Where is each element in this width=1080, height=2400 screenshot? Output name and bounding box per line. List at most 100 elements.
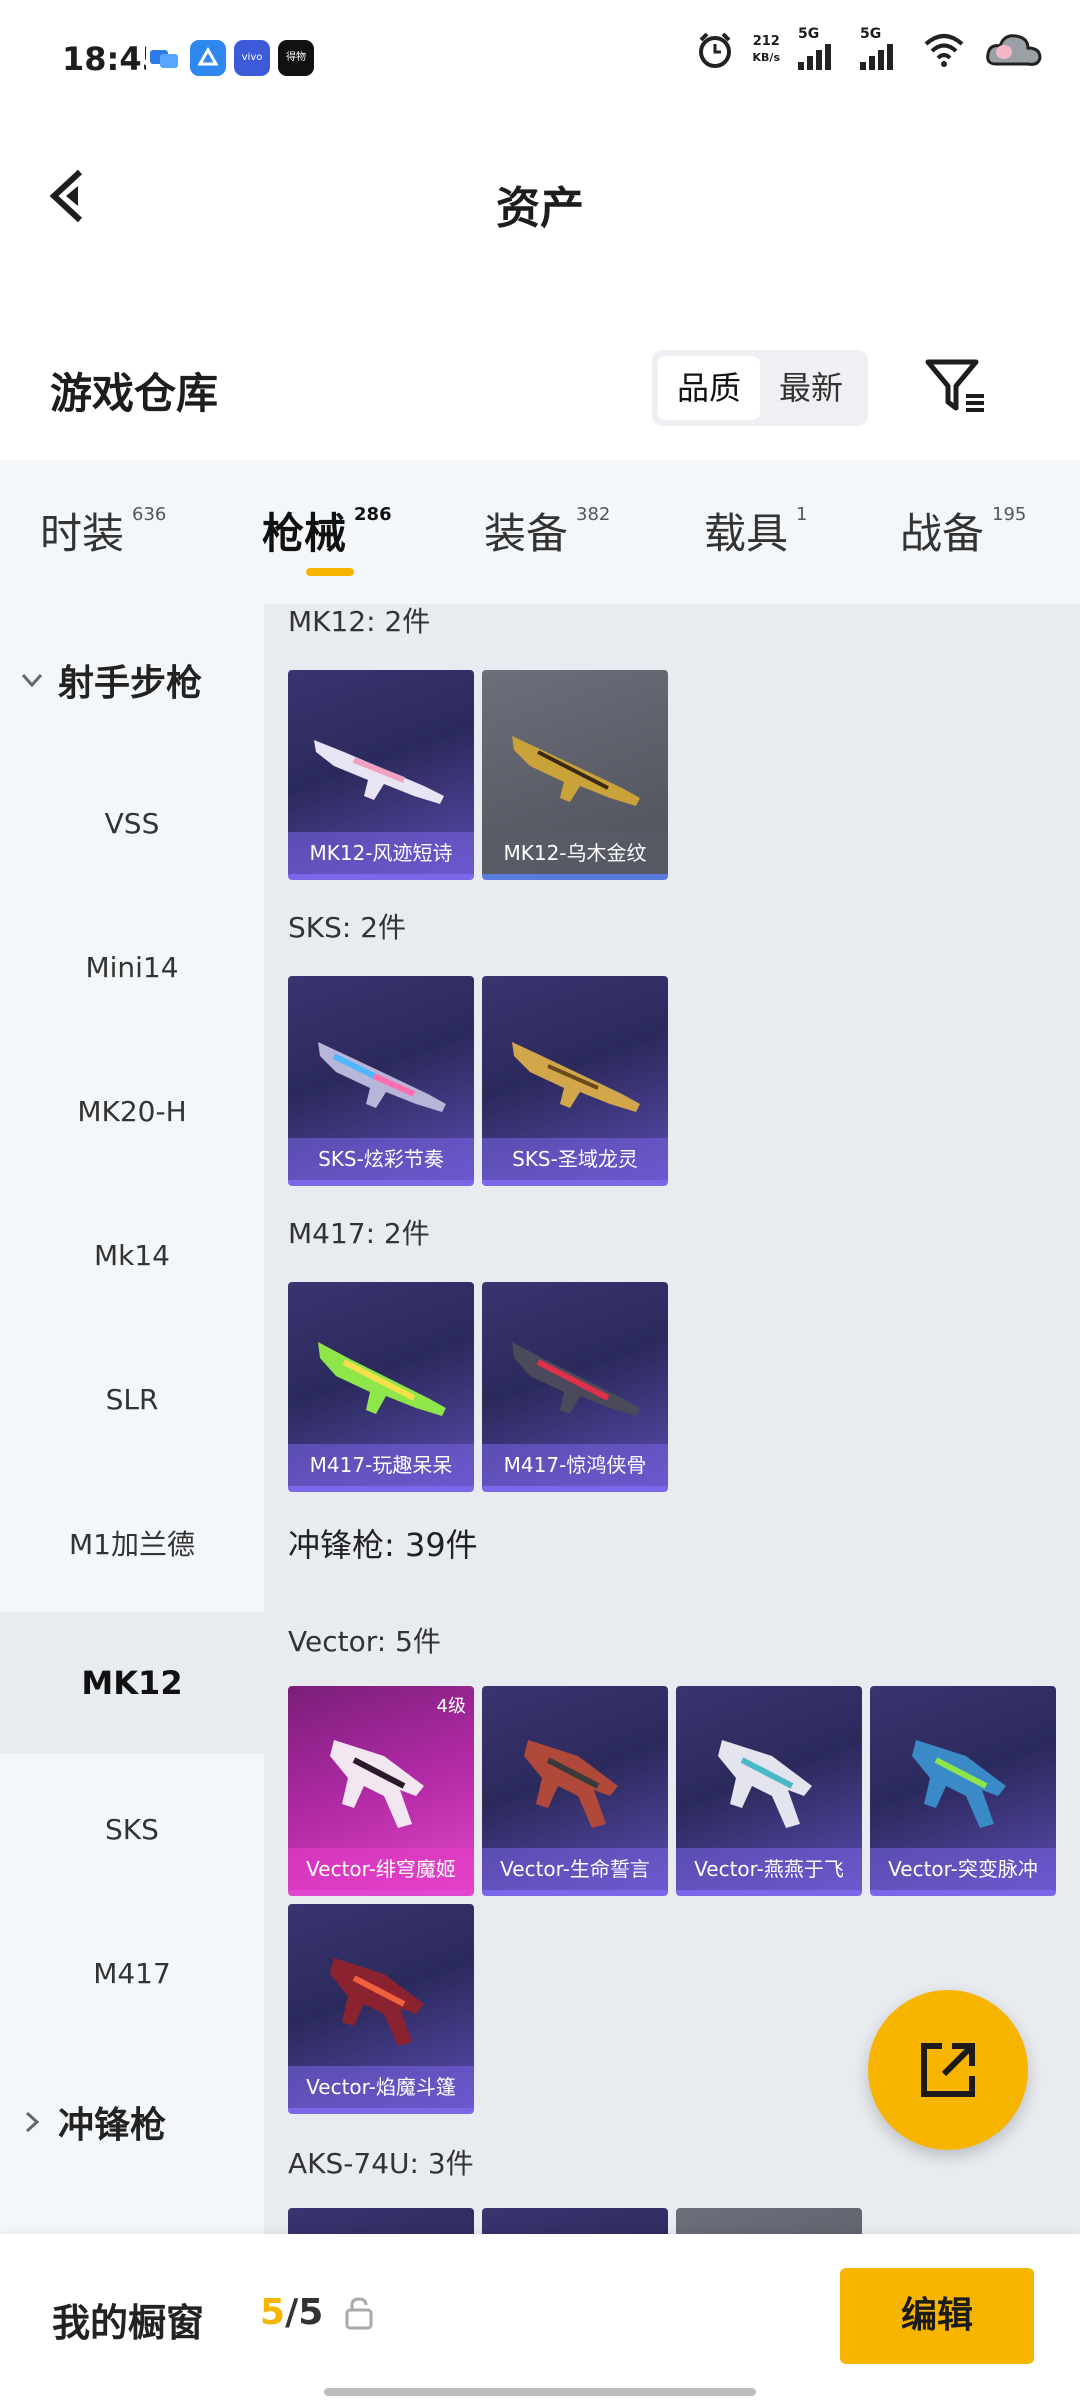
weapon-card[interactable]: Vector-突变脉冲	[870, 1686, 1056, 1896]
weather-cloud-icon	[986, 34, 1042, 66]
sidebar-item-mk12[interactable]: MK12	[0, 1612, 264, 1754]
showcase-count-total: /5	[285, 2292, 324, 2333]
level-badge: 4级	[436, 1696, 466, 1717]
sidebar-item-mk14[interactable]: Mk14	[0, 1184, 264, 1326]
weapon-card[interactable]: Vector-生命誓言	[482, 1686, 668, 1896]
signal-2-label: 5G	[860, 26, 882, 42]
smg-image	[718, 1740, 812, 1828]
card-name: SKS-炫彩节奏	[288, 1138, 474, 1180]
status-bar: 18:45 vivo 得物 212 KB/s 5G 5G	[0, 0, 1080, 120]
signal-1-label: 5G	[798, 26, 820, 42]
sidebar-item-mini14[interactable]: Mini14	[0, 896, 264, 1038]
sort-newest-option[interactable]: 最新	[760, 356, 862, 420]
group-title-aks74u: AKS-74U: 3件	[288, 2147, 474, 2180]
home-indicator[interactable]	[324, 2388, 756, 2396]
card-name: Vector-焰魔斗篷	[288, 2066, 474, 2108]
wifi-icon	[924, 34, 964, 67]
card-name: M417-惊鸿侠骨	[482, 1444, 668, 1486]
tab-count: 195	[992, 504, 1027, 525]
weapon-card[interactable]: M417-玩趣呆呆	[288, 1282, 474, 1492]
sort-quality-option[interactable]: 品质	[658, 356, 760, 420]
weapon-card[interactable]: MK12-乌木金纹	[482, 670, 668, 880]
sidebar-item-m417[interactable]: M417	[0, 1902, 264, 2044]
rifle-image	[318, 1042, 446, 1112]
lock-icon	[345, 2297, 373, 2330]
smg-image	[330, 1958, 424, 2046]
section-title: 游戏仓库	[50, 369, 219, 418]
active-tab-indicator	[306, 568, 354, 576]
category-title-smg: 冲锋枪: 39件	[288, 1526, 478, 1564]
net-speed-unit: KB/s	[752, 51, 780, 64]
tab-count: 636	[132, 504, 167, 525]
sidebar-item-sks[interactable]: SKS	[0, 1758, 264, 1900]
tab-label: 枪械	[262, 509, 347, 558]
tab-combat-gear[interactable]: 战备 195	[900, 500, 1026, 561]
weapon-card[interactable]: SKS-圣域龙灵	[482, 976, 668, 1186]
browser-app-icon	[190, 40, 226, 76]
showcase-label: 我的橱窗	[52, 2301, 205, 2345]
group-title-m417: M417: 2件	[288, 1217, 430, 1250]
sidebar-group-smg[interactable]: 冲锋枪	[20, 2096, 166, 2148]
sidebar-group-marksman[interactable]: 射手步枪	[20, 654, 202, 706]
sidebar-item-vss[interactable]: VSS	[0, 752, 264, 894]
tab-vehicles[interactable]: 载具 1	[704, 500, 807, 561]
weapon-card[interactable]: M417-惊鸿侠骨	[482, 1282, 668, 1492]
net-speed: 212 KB/s	[753, 34, 780, 66]
card-name: M417-玩趣呆呆	[288, 1444, 474, 1486]
weapon-card[interactable]	[288, 2208, 474, 2234]
vivo-app-icon: vivo	[234, 40, 270, 76]
tab-count: 382	[576, 504, 611, 525]
card-name: MK12-乌木金纹	[482, 832, 668, 874]
tab-equipment[interactable]: 装备 382	[484, 500, 610, 561]
bottom-bar: 我的橱窗 5/5 编辑	[0, 2234, 1080, 2400]
weapon-card[interactable]: Vector-焰魔斗篷	[288, 1904, 474, 2114]
signal-1-icon: 5G	[798, 26, 842, 70]
weapon-list: MK12: 2件 MK12-风迹短诗 MK12-乌木金纹 SKS: 2件 SKS…	[264, 604, 1080, 2234]
weapon-card[interactable]: MK12-风迹短诗	[288, 670, 474, 880]
smg-image	[524, 1740, 618, 1828]
sidebar-item-mk20h[interactable]: MK20-H	[0, 1040, 264, 1182]
tab-count: 1	[796, 504, 808, 525]
weapon-card[interactable]: SKS-炫彩节奏	[288, 976, 474, 1186]
filter-icon[interactable]	[924, 356, 988, 416]
smg-image	[912, 1740, 1006, 1828]
group-title-vector: Vector: 5件	[288, 1625, 441, 1658]
showcase-count-current: 5	[260, 2292, 286, 2333]
group-title-sks: SKS: 2件	[288, 911, 407, 944]
news-app-icon: 得物	[278, 40, 314, 76]
sidebar: 射手步枪 VSS Mini14 MK20-H Mk14 SLR M1加兰德 MK…	[0, 604, 264, 2234]
group-title-mk12: MK12: 2件	[288, 605, 431, 638]
weapon-card[interactable]	[676, 2208, 862, 2234]
weapon-card[interactable]	[482, 2208, 668, 2234]
card-name: SKS-圣域龙灵	[482, 1138, 668, 1180]
tab-label: 时装	[40, 509, 125, 558]
share-external-icon	[921, 2043, 975, 2097]
tab-label: 战备	[900, 509, 985, 558]
sidebar-group-label: 冲锋枪	[58, 2105, 167, 2146]
tab-fashion[interactable]: 时装 636	[40, 500, 166, 561]
rifle-image	[318, 1342, 446, 1416]
share-button[interactable]	[868, 1990, 1028, 2150]
card-name: Vector-突变脉冲	[870, 1848, 1056, 1890]
rifle-image	[314, 740, 444, 804]
page-title: 资产	[496, 183, 584, 234]
rifle-image	[512, 736, 640, 806]
weapon-card[interactable]: Vector-燕燕于飞	[676, 1686, 862, 1896]
card-name: Vector-燕燕于飞	[676, 1848, 862, 1890]
edit-button[interactable]: 编辑	[840, 2268, 1034, 2364]
chevron-down-icon	[21, 673, 43, 688]
tab-count: 286	[354, 504, 392, 525]
screen: { "status_bar": { "time": "18:45", "net_…	[0, 0, 1080, 2400]
card-name: MK12-风迹短诗	[288, 832, 474, 874]
tab-firearms[interactable]: 枪械 286	[262, 500, 392, 561]
sidebar-item-slr[interactable]: SLR	[0, 1328, 264, 1470]
rifle-image	[512, 1342, 640, 1416]
signal-2-icon: 5G	[860, 26, 904, 70]
sidebar-group-label: 射手步枪	[58, 663, 203, 704]
chat-app-icon	[146, 40, 182, 76]
tab-label: 载具	[704, 509, 789, 558]
showcase-count: 5/5	[260, 2292, 323, 2333]
sidebar-item-m1-garand[interactable]: M1加兰德	[0, 1472, 264, 1614]
weapon-card[interactable]: 4级 Vector-绯穹魔姬	[288, 1686, 474, 1896]
card-name: Vector-生命誓言	[482, 1848, 668, 1890]
